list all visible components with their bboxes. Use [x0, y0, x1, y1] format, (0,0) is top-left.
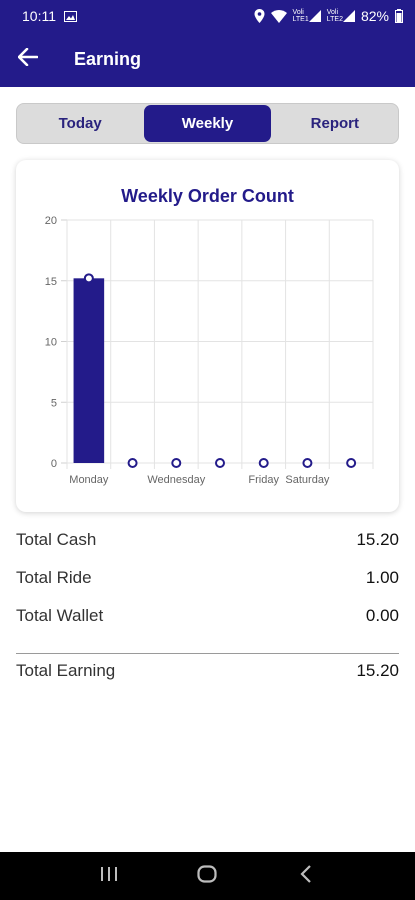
page-title: Earning	[74, 49, 142, 69]
total-ride-value: 1.00	[365, 568, 399, 587]
recents-button[interactable]	[89, 856, 129, 896]
x-tick-label: Saturday	[285, 474, 330, 486]
data-point	[215, 458, 225, 468]
x-tick-label: Wednesday	[147, 474, 205, 486]
total-earning-row: Total Earning 15.20	[16, 661, 399, 681]
total-earning-label: Total Earning	[16, 661, 116, 680]
data-point	[171, 458, 182, 468]
x-tick-label: Friday	[248, 474, 279, 486]
total-wallet-row: Total Wallet 0.00	[16, 606, 399, 626]
home-button[interactable]	[187, 856, 227, 896]
y-tick-label: 15	[45, 276, 57, 288]
x-tick-label: Monday	[69, 474, 109, 486]
summary-divider	[16, 653, 399, 654]
battery-percentage: 82%	[360, 8, 389, 24]
home-icon	[197, 864, 218, 888]
y-tick-label: 20	[45, 215, 57, 227]
wifi-icon	[270, 9, 287, 23]
total-ride-label: Total Ride	[16, 568, 92, 587]
system-nav-bar	[0, 852, 415, 900]
total-earning-value: 15.20	[356, 661, 399, 680]
status-bar: 10:11 Voli LTE1 Voli LTE2 82%	[0, 0, 415, 32]
total-wallet-label: Total Wallet	[16, 606, 104, 625]
recents-icon	[100, 866, 118, 887]
tab-report[interactable]: Report	[272, 104, 398, 143]
back-button[interactable]	[0, 32, 56, 87]
nav-back-button[interactable]	[286, 856, 326, 896]
status-time: 10:11	[22, 8, 56, 24]
data-point	[346, 458, 357, 468]
total-ride-row: Total Ride 1.00	[16, 568, 399, 588]
weekly-order-chart: 0 5 10 15 20 Monday Wednesday Friday Saturday	[45, 215, 374, 486]
app-bar: Earning	[0, 32, 415, 87]
total-cash-label: Total Cash	[16, 530, 97, 549]
gallery-notification-icon	[64, 10, 77, 22]
data-point	[83, 273, 94, 284]
chart-card: Weekly Order Count 0 5 10 15 20 Monday Wednesd…	[16, 160, 399, 512]
total-cash-value: 15.20	[356, 530, 399, 549]
battery-icon	[395, 9, 403, 23]
period-tabs: Today Weekly Report	[16, 103, 399, 144]
total-cash-row: Total Cash 15.20	[16, 530, 399, 550]
arrow-left-icon	[17, 47, 39, 71]
tab-weekly[interactable]: Weekly	[144, 105, 271, 142]
y-tick-label: 5	[51, 397, 57, 409]
signal-sim1-icon: Voli LTE1	[293, 9, 321, 23]
data-point	[302, 458, 313, 468]
location-icon	[254, 9, 265, 23]
chevron-left-icon	[300, 864, 312, 888]
data-point	[127, 458, 138, 468]
bar	[73, 278, 105, 463]
signal-sim2-icon: Voli LTE2	[327, 9, 355, 23]
data-point	[258, 458, 269, 468]
total-wallet-value: 0.00	[365, 606, 399, 625]
tab-today[interactable]: Today	[17, 104, 143, 143]
y-tick-label: 10	[45, 337, 57, 349]
y-tick-label: 0	[51, 458, 57, 470]
